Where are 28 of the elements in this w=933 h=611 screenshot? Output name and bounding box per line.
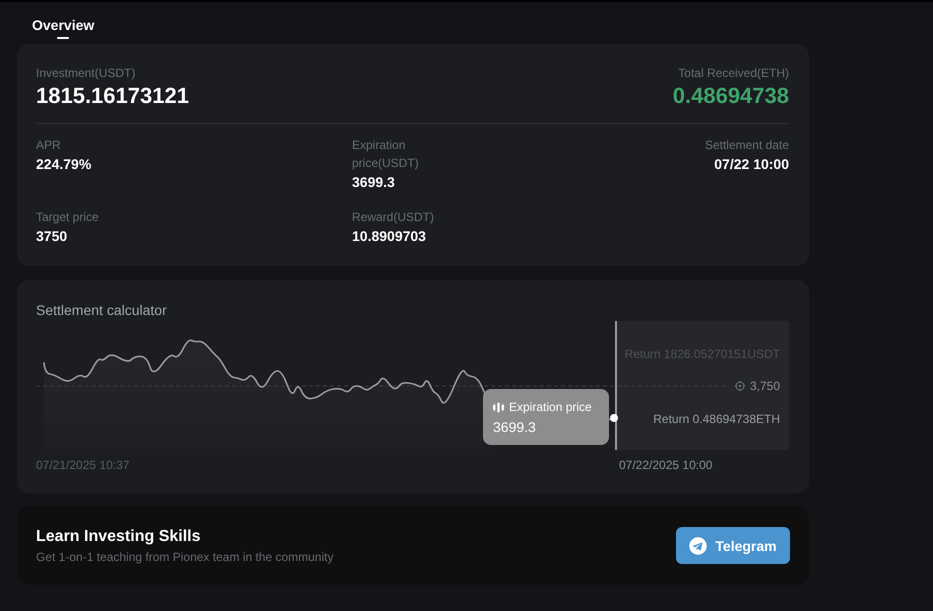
paper-plane-icon [689, 536, 708, 554]
start-date: 07/21/2025 10:37 [36, 457, 130, 473]
candlestick-icon [493, 402, 504, 412]
stat-label: Settlement date [704, 137, 789, 154]
calculator-title: Settlement calculator [36, 301, 168, 319]
stat-label: Expiration price(USDT) [352, 137, 420, 172]
overview-tab[interactable]: Overview [32, 16, 94, 39]
total-received-value: 0.48694738 [672, 82, 789, 110]
tooltip-title: Expiration price [509, 399, 592, 415]
investment-value: 1815.16173121 [36, 82, 189, 110]
stat-value: 3699.3 [352, 173, 395, 192]
stat-value: 07/22 10:00 [714, 155, 789, 174]
investment-label: Investment(USDT) [36, 65, 136, 82]
eth-return-text: Return 0.48694738ETH [653, 411, 780, 427]
stat-value: 3750 [36, 227, 68, 246]
stat-value: 224.79% [36, 155, 92, 174]
stat-value: 10.8909703 [352, 227, 426, 246]
stat-label: Reward(USDT) [352, 209, 434, 226]
total-received-label: Total Received(ETH) [678, 65, 789, 82]
stat-label: Target price [36, 209, 99, 226]
promo-title: Learn Investing Skills [36, 526, 202, 546]
end-date: 07/22/2025 10:00 [619, 457, 714, 473]
tooltip-value: 3699.3 [493, 418, 537, 436]
target-price-text: 3,750 [750, 378, 780, 394]
crosshair-icon [734, 381, 745, 391]
stat-label: APR [36, 137, 61, 154]
dot-icon [610, 414, 618, 422]
promo-subtitle: Get 1-on-1 teaching from Pionex team in the community [36, 548, 334, 564]
